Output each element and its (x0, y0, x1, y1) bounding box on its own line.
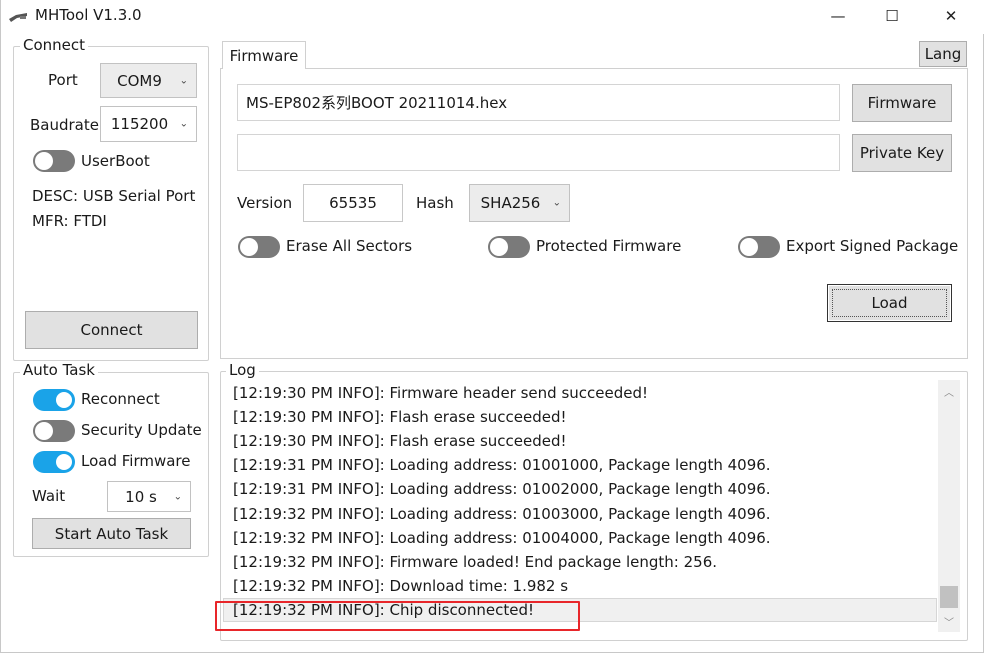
baudrate-select[interactable]: 115200 ⌄ (100, 106, 197, 142)
protected-firmware-label: Protected Firmware (536, 237, 682, 255)
toggle-knob (56, 454, 72, 470)
hash-label: Hash (416, 194, 454, 212)
userboot-toggle[interactable] (33, 150, 75, 172)
toggle-knob (490, 238, 508, 256)
reconnect-label: Reconnect (81, 390, 160, 408)
focus-rect (832, 289, 947, 317)
port-label: Port (48, 71, 78, 89)
device-mfr: MFR: FTDI (32, 212, 107, 230)
maximize-button[interactable]: ☐ (863, 0, 921, 32)
log-line[interactable]: [12:19:30 PM INFO]: Firmware header send… (233, 384, 648, 402)
firmware-file-field[interactable]: MS-EP802系列BOOT 20211014.hex (237, 84, 840, 121)
port-select[interactable]: COM9 ⌄ (100, 63, 197, 98)
hash-select[interactable]: SHA256 ⌄ (469, 184, 570, 222)
log-line[interactable]: [12:19:31 PM INFO]: Loading address: 010… (233, 456, 771, 474)
close-button[interactable]: ✕ (922, 0, 980, 32)
log-line[interactable]: [12:19:30 PM INFO]: Flash erase succeede… (233, 432, 567, 450)
private-key-button[interactable]: Private Key (852, 134, 952, 172)
log-line[interactable]: [12:19:32 PM INFO]: Firmware loaded! End… (233, 553, 717, 571)
private-key-field[interactable] (237, 134, 840, 171)
toggle-knob (56, 392, 72, 408)
minimize-button[interactable]: — (809, 0, 867, 32)
minimize-icon: — (830, 7, 846, 25)
maximize-icon: ☐ (885, 7, 899, 25)
toggle-knob (35, 152, 53, 170)
scroll-down-icon[interactable]: ﹀ (938, 612, 960, 630)
export-signed-label: Export Signed Package (786, 237, 959, 255)
tab-firmware[interactable]: Firmware (222, 41, 306, 69)
scroll-up-icon[interactable]: ︿ (938, 382, 960, 400)
log-scrollbar[interactable]: ︿ ﹀ (938, 380, 960, 632)
scroll-thumb[interactable] (940, 586, 958, 608)
start-auto-task-button[interactable]: Start Auto Task (32, 518, 191, 549)
port-value: COM9 (117, 71, 162, 90)
load-firmware-toggle[interactable] (33, 451, 75, 473)
log-line[interactable]: [12:19:32 PM INFO]: Loading address: 010… (233, 505, 771, 523)
version-field[interactable]: 65535 (303, 184, 403, 222)
log-line[interactable]: [12:19:32 PM INFO]: Download time: 1.982… (233, 577, 568, 595)
load-button[interactable]: Load (827, 284, 952, 322)
firmware-button[interactable]: Firmware (852, 84, 952, 122)
title-bar[interactable]: MHTool V1.3.0 — ☐ ✕ (1, 0, 984, 34)
device-desc: DESC: USB Serial Port (32, 187, 196, 205)
chevron-down-icon: ⌄ (179, 75, 188, 86)
toggle-knob (240, 238, 258, 256)
connect-button[interactable]: Connect (25, 311, 198, 349)
wait-select[interactable]: 10 s ⌄ (107, 481, 191, 512)
baudrate-label: Baudrate (30, 116, 99, 134)
wait-label: Wait (32, 487, 66, 505)
wait-value: 10 s (125, 487, 157, 506)
version-label: Version (237, 194, 293, 212)
security-update-label: Security Update (81, 421, 202, 439)
toggle-knob (35, 422, 53, 440)
close-icon: ✕ (944, 7, 958, 25)
baudrate-value: 115200 (110, 115, 169, 133)
load-firmware-label: Load Firmware (81, 452, 191, 470)
auto-task-legend: Auto Task (20, 361, 98, 379)
highlight-annotation (215, 601, 580, 631)
app-window: MHTool V1.3.0 — ☐ ✕ Connect Port COM9 ⌄ … (0, 0, 984, 653)
chevron-down-icon: ⌄ (173, 491, 182, 502)
erase-all-label: Erase All Sectors (286, 237, 413, 255)
tool-icon (9, 13, 27, 22)
chevron-down-icon: ⌄ (179, 118, 188, 130)
chevron-down-icon: ⌄ (552, 197, 561, 209)
connect-legend: Connect (20, 36, 89, 54)
erase-all-toggle[interactable] (238, 236, 280, 258)
userboot-label: UserBoot (81, 152, 150, 170)
window-title: MHTool V1.3.0 (35, 6, 142, 24)
protected-firmware-toggle[interactable] (488, 236, 530, 258)
export-signed-toggle[interactable] (738, 236, 780, 258)
reconnect-toggle[interactable] (33, 389, 75, 411)
log-line[interactable]: [12:19:31 PM INFO]: Loading address: 010… (233, 480, 771, 498)
log-legend: Log (226, 361, 259, 379)
toggle-knob (740, 238, 758, 256)
log-line[interactable]: [12:19:32 PM INFO]: Loading address: 010… (233, 529, 771, 547)
log-line[interactable]: [12:19:30 PM INFO]: Flash erase succeede… (233, 408, 567, 426)
lang-button[interactable]: Lang (919, 41, 967, 67)
hash-value: SHA256 (480, 194, 541, 212)
security-update-toggle[interactable] (33, 420, 75, 442)
